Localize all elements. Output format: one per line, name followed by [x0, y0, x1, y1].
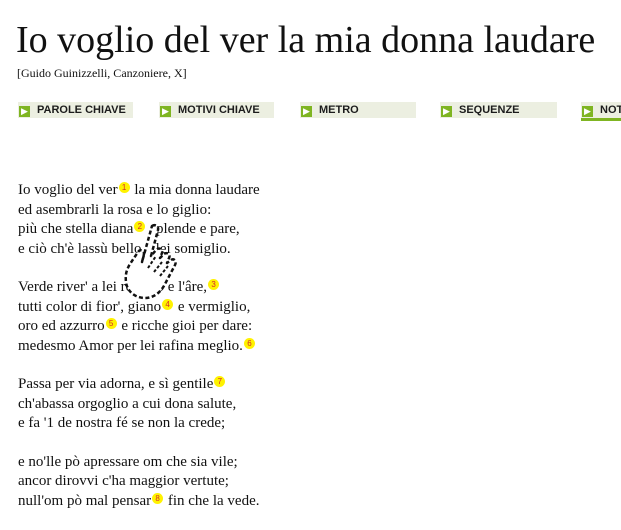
- footnote-marker[interactable]: 3: [208, 279, 220, 290]
- hand-pointer-icon: [124, 223, 177, 300]
- line-text: null'om pò mal pensar: [18, 492, 152, 509]
- poem-line: ch'abassa orgoglio a cui dona salute,: [18, 395, 237, 412]
- poem-line: Io voglio del ver 1 la mia donna laudare: [18, 181, 260, 201]
- line-text: fin che la vede.: [164, 492, 260, 509]
- stanza: e no'lle pò apressare om che sia vile; a…: [18, 453, 260, 512]
- footnote-marker[interactable]: 5: [105, 318, 117, 329]
- tab-label: NOTE: [600, 104, 621, 116]
- poem-line: oro ed azzurro 5 e ricche gioi per dare:: [18, 317, 260, 337]
- section-nav: ▶ PAROLE CHIAVE ▶ MOTIVI CHIAVE ▶ METRO ▶ SE…: [0, 102, 621, 122]
- line-text: oro ed azzurro: [18, 318, 105, 334]
- arrow-right-icon: ▶: [441, 106, 452, 117]
- tab-note[interactable]: ▶ NOTE: [581, 102, 621, 121]
- stanza: Passa per via adorna, e sì gentile 7 ch'a…: [18, 375, 260, 434]
- tab-sequenze[interactable]: ▶ SEQUENZE: [440, 102, 557, 118]
- tab-label: METRO: [319, 104, 359, 116]
- arrow-right-icon: ▶: [301, 106, 312, 117]
- poem-line: e no'lle pò apressare om che sia vile;: [18, 453, 238, 470]
- line-text: e vermiglio,: [174, 298, 251, 315]
- line-text: Io voglio del ver: [18, 182, 118, 198]
- footnote-marker[interactable]: 6: [243, 337, 255, 349]
- tab-parole-chiave[interactable]: ▶ PAROLE CHIAVE: [18, 102, 133, 118]
- page-title: Io voglio del ver la mia donna laudare: [16, 19, 596, 61]
- footnote-marker[interactable]: 1: [118, 182, 130, 193]
- line-text: medesmo Amor per lei rafina meglio.: [18, 337, 243, 354]
- footnote-marker[interactable]: 8: [152, 492, 164, 504]
- line-text: e ricche gioi per dare:: [117, 318, 253, 334]
- poem-line: e fa '1 de nostra fé se non la crede;: [18, 415, 226, 431]
- line-text: Passa per via adorna, e sì gentile: [18, 376, 214, 392]
- arrow-right-icon: ▶: [160, 106, 171, 117]
- page-subtitle: [Guido Guinizzelli, Canzoniere, X]: [17, 66, 187, 80]
- poem-line: ed asembrarli la rosa e lo giglio:: [18, 201, 212, 218]
- poem-line: null'om pò mal pensar 8 fin che la vede.: [18, 492, 260, 512]
- tab-motivi-chiave[interactable]: ▶ MOTIVI CHIAVE: [159, 102, 274, 118]
- line-text: più che stella diana: [18, 221, 134, 237]
- poem-line: ancor dirovvi c'ha maggior vertute;: [18, 473, 229, 489]
- tab-label: PAROLE CHIAVE: [37, 104, 126, 116]
- arrow-right-icon: ▶: [582, 106, 593, 117]
- poem-line: medesmo Amor per lei rafina meglio. 6: [18, 337, 260, 357]
- arrow-right-icon: ▶: [19, 106, 30, 117]
- poem-line: Passa per via adorna, e sì gentile 7: [18, 375, 260, 395]
- line-text: la mia donna laudare: [130, 182, 260, 198]
- tab-label: MOTIVI CHIAVE: [178, 104, 260, 116]
- tab-metro[interactable]: ▶ METRO: [300, 102, 416, 118]
- footnote-marker[interactable]: 7: [214, 376, 226, 387]
- tab-label: SEQUENZE: [459, 104, 520, 116]
